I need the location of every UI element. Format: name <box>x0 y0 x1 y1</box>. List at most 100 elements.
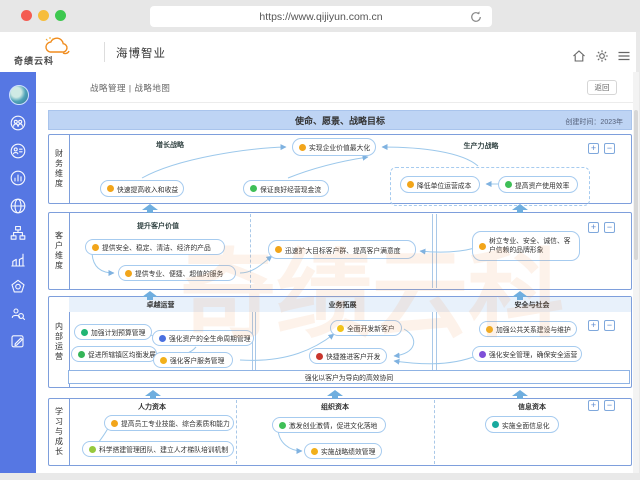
node-label: 提高员工专业技能、综合素质和能力 <box>121 418 230 428</box>
url-bar[interactable]: https://www.qijiyun.com.cn <box>150 6 492 27</box>
collapse-button-customer[interactable]: − <box>604 222 615 233</box>
strategy-node-service[interactable]: 提供专业、便捷、超值的服务 <box>118 265 236 281</box>
node-label: 保证良好经营现金流 <box>260 184 321 194</box>
traffic-light-zoom-icon[interactable] <box>55 10 66 21</box>
menu-icon[interactable] <box>617 49 631 68</box>
profile-icon <box>10 143 26 159</box>
strategy-node-budget[interactable]: 加强计划预算管理 <box>74 324 152 340</box>
strategy-node-value_max[interactable]: 实现企业价值最大化 <box>292 138 376 156</box>
status-dot <box>111 420 118 427</box>
badge-icon <box>10 279 26 295</box>
team-icon <box>10 115 26 131</box>
node-label: 加强公共关系建设与维护 <box>496 324 571 334</box>
reload-icon[interactable] <box>469 10 483 27</box>
status-dot <box>337 325 344 332</box>
expand-button-customer[interactable]: + <box>588 222 599 233</box>
node-label: 提供安全、稳定、清洁、经济的产品 <box>102 242 211 252</box>
node-label: 实施战略绩效管理 <box>321 446 375 456</box>
toolbar: 战略管理 | 战略地图 返回 <box>36 72 636 103</box>
strategy-node-product[interactable]: 提供安全、稳定、清洁、经济的产品 <box>85 239 225 255</box>
url-text: https://www.qijiyun.com.cn <box>259 11 382 23</box>
status-dot <box>479 243 486 250</box>
node-label: 促进所辖镇区均衡发展 <box>88 349 156 359</box>
node-label: 实现企业价值最大化 <box>309 142 370 152</box>
sidebar-item-trend[interactable] <box>10 252 26 268</box>
status-dot <box>299 144 306 151</box>
strategy-node-asset_life[interactable]: 强化资产的全生命周期管理 <box>152 330 254 346</box>
search-user-icon <box>10 306 26 322</box>
node-label: 全面开发新客户 <box>347 323 395 333</box>
status-dot <box>78 351 85 358</box>
sidebar <box>0 72 36 473</box>
strategy-node-custserv[interactable]: 强化客户服务管理 <box>153 352 233 368</box>
status-dot <box>125 270 132 277</box>
sidebar-item-globe[interactable] <box>10 198 26 214</box>
sidebar-item-profile[interactable] <box>10 143 26 159</box>
strategy-node-brand[interactable]: 树立专业、安全、诚信、客户信赖的品牌形象 <box>472 231 580 261</box>
strategy-node-newcust[interactable]: 全面开发新客户 <box>330 320 402 336</box>
strategy-node-income[interactable]: 快速提高收入和收益 <box>100 180 184 197</box>
header-divider <box>104 42 105 62</box>
collapse-button-finance[interactable]: − <box>604 143 615 154</box>
strategy-node-expand[interactable]: 迅速扩大目标客户群、提高客户满意度 <box>268 240 416 259</box>
node-label: 树立专业、安全、诚信、客户信赖的品牌形象 <box>489 237 573 255</box>
node-label: 激发创业激情，促进文化落地 <box>289 420 377 430</box>
globe-icon <box>10 198 26 214</box>
sidebar-item-stats[interactable] <box>10 170 26 186</box>
strategy-node-cashflow[interactable]: 保证良好经营现金流 <box>243 180 329 197</box>
stats-icon <box>10 170 26 186</box>
node-label: 提供专业、便捷、超值的服务 <box>135 268 223 278</box>
collapse-button-growth[interactable]: − <box>604 400 615 411</box>
strategy-node-pubrel[interactable]: 加强公共关系建设与维护 <box>479 321 577 337</box>
traffic-light-close-icon[interactable] <box>21 10 32 21</box>
node-label: 加强计划预算管理 <box>91 327 145 337</box>
expand-button-internal[interactable]: + <box>588 320 599 331</box>
strategy-node-passion[interactable]: 激发创业激情，促进文化落地 <box>272 417 386 433</box>
status-dot <box>311 448 318 455</box>
collapse-button-internal[interactable]: − <box>604 320 615 331</box>
status-dot <box>81 329 88 336</box>
strategy-node-safety[interactable]: 强化安全管理，确保安全运营 <box>472 346 582 362</box>
node-label: 强化安全管理，确保安全运营 <box>489 349 577 359</box>
strategy-node-cost[interactable]: 降低单位运营成本 <box>400 176 480 193</box>
expand-button-growth[interactable]: + <box>588 400 599 411</box>
strategy-node-asset_eff[interactable]: 提高资产使用效率 <box>498 176 578 193</box>
sidebar-item-org[interactable] <box>10 225 26 241</box>
org-icon <box>10 225 26 241</box>
browser-chrome: https://www.qijiyun.com.cn <box>0 0 640 32</box>
node-layer: 实现企业价值最大化快速提高收入和收益 保证良好经营现金流 降低单位运营成本 提高资产使… <box>48 110 632 466</box>
strategy-node-skill[interactable]: 提高员工专业技能、综合素质和能力 <box>104 415 234 431</box>
strategy-node-perf[interactable]: 实施战略绩效管理 <box>304 443 382 459</box>
status-dot <box>89 446 96 453</box>
node-label: 迅速扩大目标客户群、提高客户满意度 <box>285 245 401 255</box>
status-dot <box>279 422 286 429</box>
gear-icon[interactable] <box>595 49 609 68</box>
strategy-node-fastdev[interactable]: 快捷推进客户开发 <box>309 348 387 364</box>
status-dot <box>250 185 257 192</box>
app-header: 奇绩云科 海博智业 <box>0 32 636 73</box>
sidebar-item-badge[interactable] <box>10 279 26 295</box>
strategy-node-town[interactable]: 促进所辖镇区均衡发展 <box>71 346 157 362</box>
screen: https://www.qijiyun.com.cn 奇绩云科 海博智业 <box>0 0 640 480</box>
home-icon[interactable] <box>572 49 586 68</box>
expand-button-finance[interactable]: + <box>588 143 599 154</box>
back-button[interactable]: 返回 <box>587 80 617 95</box>
sidebar-item-edit[interactable] <box>10 333 26 349</box>
user-avatar[interactable] <box>9 85 29 105</box>
breadcrumb: 战略管理 | 战略地图 <box>90 82 170 94</box>
status-dot <box>479 351 486 358</box>
scrollbar-thumb[interactable] <box>634 110 638 260</box>
status-dot <box>407 181 414 188</box>
logo-cloud-icon <box>42 36 72 61</box>
sidebar-item-team[interactable] <box>10 115 26 131</box>
traffic-light-minimize-icon[interactable] <box>38 10 49 21</box>
sidebar-item-search-user[interactable] <box>10 306 26 322</box>
node-label: 强化客户服务管理 <box>170 355 224 365</box>
strategy-node-team[interactable]: 科学搭建管理团队、建立人才梯队培训机制 <box>82 441 234 457</box>
strategy-node-info[interactable]: 实施全面信息化 <box>485 416 559 433</box>
strategy-map: 使命、愿景、战略目标 创建时间：2023年 财务维度 增长战略 生产力战略 客户… <box>48 110 632 466</box>
status-dot <box>160 357 167 364</box>
status-dot <box>107 185 114 192</box>
status-dot <box>486 326 493 333</box>
status-dot <box>505 181 512 188</box>
